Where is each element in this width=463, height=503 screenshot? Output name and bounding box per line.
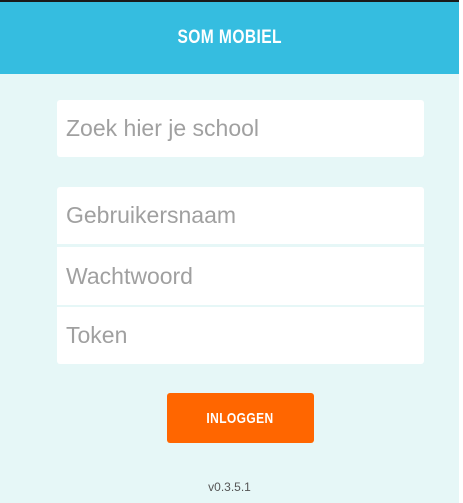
username-field <box>57 187 424 244</box>
school-search-field <box>57 100 424 157</box>
login-button[interactable]: INLOGGEN <box>167 393 314 443</box>
app-header: SOM MOBIEL <box>0 2 459 74</box>
password-input[interactable] <box>66 247 424 305</box>
app-title: SOM MOBIEL <box>177 27 282 48</box>
token-field <box>57 307 424 364</box>
version-label: v0.3.5.1 <box>208 480 251 494</box>
username-input[interactable] <box>66 187 424 244</box>
school-search-input[interactable] <box>66 100 424 157</box>
login-button-label: INLOGGEN <box>206 409 275 427</box>
token-input[interactable] <box>66 307 424 364</box>
password-field <box>57 247 424 305</box>
app-screen: SOM MOBIEL INLOGGEN v0.3.5.1 <box>0 0 459 503</box>
